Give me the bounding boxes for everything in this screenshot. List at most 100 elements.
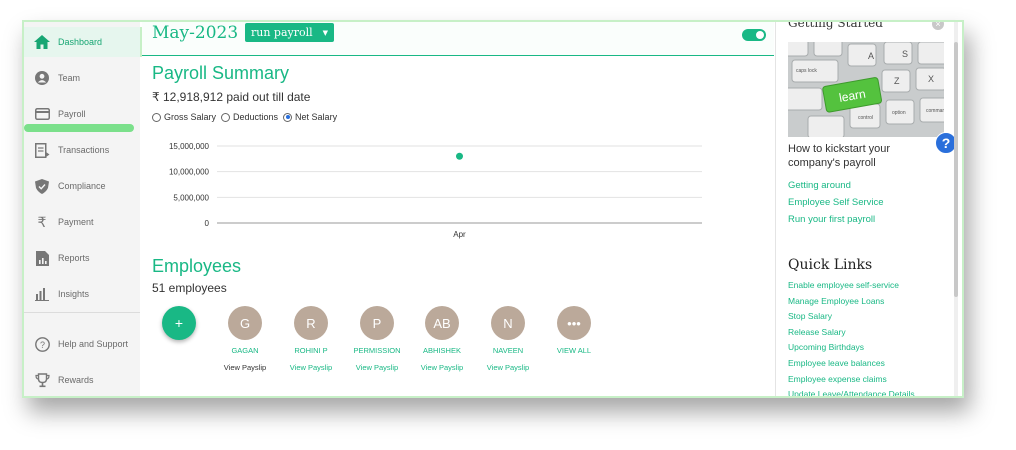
employees-count: 51 employees xyxy=(152,281,227,295)
sidebar-item-transactions[interactable]: Transactions xyxy=(24,135,140,165)
view-payslip-link[interactable]: View Payslip xyxy=(473,363,543,372)
employee-card[interactable]: P PERMISSION View Payslip xyxy=(342,306,412,372)
view-payslip-link[interactable]: View Payslip xyxy=(276,363,346,372)
key-label: S xyxy=(902,49,908,59)
sidebar-divider xyxy=(24,312,140,313)
view-payslip-link[interactable]: View Payslip xyxy=(210,363,280,372)
chart-y-tick-label: 15,000,000 xyxy=(169,142,210,151)
employee-name[interactable]: PERMISSION xyxy=(342,346,412,355)
close-icon[interactable]: × xyxy=(932,22,944,30)
radio-net-salary[interactable]: Net Salary xyxy=(283,112,337,122)
more-icon[interactable]: ••• xyxy=(557,306,591,340)
employees-title: Employees xyxy=(152,256,242,276)
quick-link[interactable]: Update Leave/Attendance Details xyxy=(788,389,915,396)
view-all-card[interactable]: ••• VIEW ALL xyxy=(539,306,609,355)
quick-link[interactable]: Stop Salary xyxy=(788,311,832,321)
bar-chart-icon xyxy=(34,286,50,302)
sidebar-item-label: Reports xyxy=(58,253,90,263)
home-icon xyxy=(34,34,50,50)
getting-started-link[interactable]: Getting around xyxy=(788,180,851,191)
run-payroll-label: run payroll xyxy=(251,26,313,39)
question-circle-icon: ? xyxy=(34,336,50,352)
salary-type-radios: Gross Salary Deductions Net Salary xyxy=(152,112,342,122)
quick-link[interactable]: Release Salary xyxy=(788,327,846,337)
kickstart-text: How to kickstart your company's payroll xyxy=(788,143,891,169)
payroll-chart: 15,000,000 10,000,000 5,000,000 0 Apr xyxy=(169,142,702,239)
employee-card[interactable]: N NAVEEN View Payslip xyxy=(473,306,543,372)
view-all-link[interactable]: VIEW ALL xyxy=(539,346,609,355)
keyboard-learn-image: A S caps lock Z X control option command… xyxy=(788,42,944,137)
radio-label: Gross Salary xyxy=(164,112,217,122)
quick-link[interactable]: Employee expense claims xyxy=(788,374,887,384)
sidebar-item-help-and-support[interactable]: ? Help and Support xyxy=(24,329,140,359)
avatar[interactable]: R xyxy=(294,306,328,340)
avatar[interactable]: G xyxy=(228,306,262,340)
chart-y-tick-label: 5,000,000 xyxy=(173,193,209,202)
chart-x-tick-label: Apr xyxy=(453,230,466,239)
quick-link[interactable]: Enable employee self-service xyxy=(788,280,899,290)
quick-link[interactable]: Upcoming Birthdays xyxy=(788,342,864,352)
sidebar-item-label: Help and Support xyxy=(58,339,129,349)
getting-started-link[interactable]: Run your first payroll xyxy=(788,214,875,225)
chart-data-point xyxy=(456,152,463,160)
sidebar-item-compliance[interactable]: Compliance xyxy=(24,171,140,201)
sidebar-item-reports[interactable]: Reports xyxy=(24,243,140,273)
sidebar-item-label: Compliance xyxy=(58,181,106,191)
chart-y-tick-label: 10,000,000 xyxy=(169,168,210,177)
employee-card[interactable]: R ROHINI P View Payslip xyxy=(276,306,346,372)
quick-link[interactable]: Manage Employee Loans xyxy=(788,296,884,306)
employee-card[interactable]: G GAGAN View Payslip xyxy=(210,306,280,372)
key-label: control xyxy=(858,115,873,121)
sidebar-item-label: Transactions xyxy=(58,145,110,155)
toggle-knob xyxy=(756,31,764,39)
sidebar-item-label: Insights xyxy=(58,289,90,299)
getting-started-link[interactable]: Employee Self Service xyxy=(788,197,884,208)
transactions-icon xyxy=(34,142,50,158)
sidebar-item-rewards[interactable]: Rewards xyxy=(24,365,140,395)
key-label: option xyxy=(892,110,906,116)
key-label: command xyxy=(926,108,944,114)
avatar[interactable]: AB xyxy=(425,306,459,340)
employee-name[interactable]: ROHINI P xyxy=(276,346,346,355)
sidebar-item-label: Payroll xyxy=(58,109,86,119)
right-panel-scrollbar[interactable] xyxy=(954,22,958,396)
sidebar-item-label: Rewards xyxy=(58,375,94,385)
quick-links-title: Quick Links xyxy=(788,257,873,273)
quick-link[interactable]: Employee leave balances xyxy=(788,358,885,368)
caret-down-icon: ▼ xyxy=(322,28,329,37)
view-payslip-link[interactable]: View Payslip xyxy=(342,363,412,372)
avatar[interactable]: N xyxy=(491,306,525,340)
view-toggle[interactable] xyxy=(742,29,766,41)
employee-name[interactable]: ABHISHEK xyxy=(407,346,477,355)
avatar[interactable]: P xyxy=(360,306,394,340)
payroll-summary-title: Payroll Summary xyxy=(152,63,290,83)
user-icon xyxy=(34,70,50,86)
sidebar-item-payment[interactable]: ₹ Payment xyxy=(24,207,140,237)
scrollbar-thumb[interactable] xyxy=(954,42,958,297)
key-label: Z xyxy=(894,76,900,86)
sidebar: Dashboard Team Payroll Transactions Comp… xyxy=(24,22,142,396)
card-icon xyxy=(34,106,50,122)
run-payroll-button[interactable]: run payroll ▼ xyxy=(245,23,335,42)
radio-label: Net Salary xyxy=(295,112,338,122)
add-employee-button[interactable]: + xyxy=(162,306,196,340)
sidebar-item-label: Team xyxy=(58,73,81,83)
employee-name[interactable]: GAGAN xyxy=(210,346,280,355)
rupee-icon: ₹ xyxy=(37,213,47,230)
topbar: May-2023 run payroll ▼ xyxy=(142,22,774,56)
view-payslip-link[interactable]: View Payslip xyxy=(407,363,477,372)
app-window: Dashboard Team Payroll Transactions Comp… xyxy=(22,20,964,398)
payroll-month[interactable]: May-2023 xyxy=(152,23,238,43)
shield-icon xyxy=(34,178,50,194)
sidebar-item-label: Payment xyxy=(58,217,94,227)
radio-deductions[interactable]: Deductions xyxy=(221,112,278,122)
employee-card[interactable]: AB ABHISHEK View Payslip xyxy=(407,306,477,372)
radio-gross-salary[interactable]: Gross Salary xyxy=(152,112,216,122)
radio-dot xyxy=(221,112,231,122)
radio-label: Deductions xyxy=(233,112,279,122)
key-label: A xyxy=(868,51,874,61)
sidebar-item-team[interactable]: Team xyxy=(24,63,140,93)
employee-name[interactable]: NAVEEN xyxy=(473,346,543,355)
sidebar-item-dashboard[interactable]: Dashboard xyxy=(24,27,142,57)
sidebar-item-insights[interactable]: Insights xyxy=(24,279,140,309)
